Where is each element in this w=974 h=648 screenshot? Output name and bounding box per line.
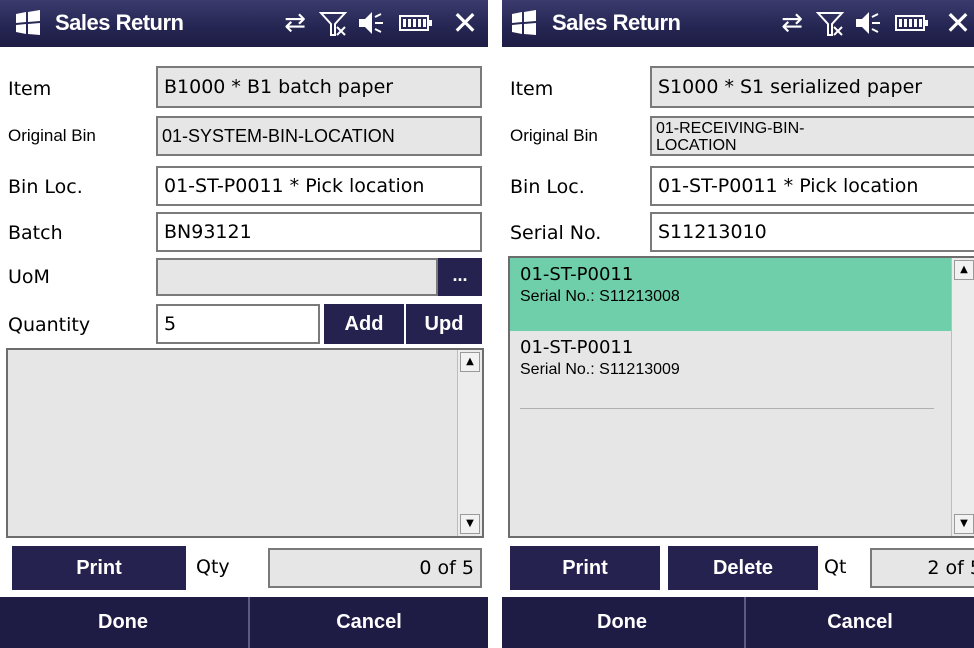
- scroll-down-icon[interactable]: ▼: [954, 514, 974, 534]
- original-bin-line1: 01-RECEIVING-BIN-: [656, 120, 805, 137]
- item-label: Item: [8, 78, 52, 100]
- original-bin-field[interactable]: 01-RECEIVING-BIN- LOCATION: [650, 116, 974, 156]
- list-item-serial: Serial No.: S11213008: [520, 288, 680, 305]
- connectivity-icon[interactable]: ⇄: [777, 8, 807, 38]
- windows-logo-icon[interactable]: [510, 10, 538, 36]
- print-button[interactable]: Print: [510, 546, 660, 590]
- serial-no-input[interactable]: S11213010: [650, 212, 974, 252]
- speaker-icon[interactable]: [355, 8, 387, 38]
- right-device-screen: Sales Return ⇄ ✕ Item S1000 * S1 seriali…: [502, 0, 974, 648]
- batch-input[interactable]: BN93121: [156, 212, 482, 252]
- speaker-icon[interactable]: [852, 8, 884, 38]
- title-bar: Sales Return ⇄ ✕: [502, 0, 974, 47]
- bin-loc-label: Bin Loc.: [510, 176, 585, 198]
- title-bar: Sales Return ⇄ ✕: [0, 0, 488, 47]
- uom-field[interactable]: [156, 258, 438, 296]
- connectivity-icon[interactable]: ⇄: [280, 8, 310, 38]
- original-bin-field[interactable]: 01-SYSTEM-BIN-LOCATION: [156, 116, 482, 156]
- quantity-input[interactable]: 5: [156, 304, 320, 344]
- original-bin-label: Original Bin: [8, 126, 96, 145]
- done-button[interactable]: Done: [0, 597, 246, 648]
- list-item-selected[interactable]: 01-ST-P0011 Serial No.: S11213008: [510, 258, 952, 331]
- qty-label: Qty: [196, 556, 230, 578]
- bottom-menu-bar: Done Cancel: [0, 597, 488, 648]
- batch-label: Batch: [8, 222, 63, 244]
- original-bin-line2: LOCATION: [656, 137, 737, 154]
- list-item-title: 01-ST-P0011: [520, 264, 634, 285]
- left-device-screen: Sales Return ⇄ ✕ Item B1000 * B1 batch p…: [0, 0, 488, 648]
- no-signal-icon[interactable]: [815, 8, 845, 38]
- scroll-down-icon[interactable]: ▼: [460, 514, 480, 534]
- print-button[interactable]: Print: [12, 546, 186, 590]
- item-field[interactable]: S1000 * S1 serialized paper: [650, 66, 974, 108]
- done-button[interactable]: Done: [502, 597, 742, 648]
- battery-icon[interactable]: [398, 8, 434, 38]
- cancel-button[interactable]: Cancel: [250, 597, 488, 648]
- uom-picker-button[interactable]: ...: [438, 258, 482, 296]
- serial-no-label: Serial No.: [510, 222, 602, 244]
- list-scrollbar[interactable]: ▲ ▼: [457, 350, 482, 536]
- bin-loc-input[interactable]: 01-ST-P0011 * Pick location: [650, 166, 974, 206]
- bin-loc-input[interactable]: 01-ST-P0011 * Pick location: [156, 166, 482, 206]
- item-label: Item: [510, 78, 554, 100]
- cancel-button[interactable]: Cancel: [746, 597, 974, 648]
- qty-label: Qt: [824, 556, 847, 578]
- delete-button[interactable]: Delete: [668, 546, 818, 590]
- list-item-serial: Serial No.: S11213009: [520, 361, 680, 378]
- serials-list[interactable]: 01-ST-P0011 Serial No.: S11213008 01-ST-…: [508, 256, 974, 538]
- uom-label: UoM: [8, 266, 50, 288]
- close-icon[interactable]: ✕: [942, 8, 974, 38]
- no-signal-icon[interactable]: [318, 8, 348, 38]
- quantity-label: Quantity: [8, 314, 91, 336]
- app-title: Sales Return: [55, 10, 184, 35]
- bottom-menu-bar: Done Cancel: [502, 597, 974, 648]
- qty-counter: 2 of 5: [870, 548, 974, 588]
- bin-loc-label: Bin Loc.: [8, 176, 83, 198]
- app-title: Sales Return: [552, 10, 681, 35]
- items-list[interactable]: ▲ ▼: [6, 348, 484, 538]
- qty-counter: 0 of 5: [268, 548, 482, 588]
- update-button[interactable]: Upd: [406, 304, 482, 344]
- original-bin-label: Original Bin: [510, 126, 598, 145]
- battery-icon[interactable]: [894, 8, 930, 38]
- add-button[interactable]: Add: [324, 304, 404, 344]
- item-field[interactable]: B1000 * B1 batch paper: [156, 66, 482, 108]
- windows-logo-icon[interactable]: [14, 10, 42, 36]
- close-icon[interactable]: ✕: [448, 7, 482, 39]
- list-item-title: 01-ST-P0011: [520, 337, 634, 358]
- list-scrollbar[interactable]: ▲ ▼: [951, 258, 974, 536]
- list-divider: [520, 408, 934, 409]
- scroll-up-icon[interactable]: ▲: [954, 260, 974, 280]
- list-item[interactable]: 01-ST-P0011 Serial No.: S11213009: [510, 331, 952, 404]
- scroll-up-icon[interactable]: ▲: [460, 352, 480, 372]
